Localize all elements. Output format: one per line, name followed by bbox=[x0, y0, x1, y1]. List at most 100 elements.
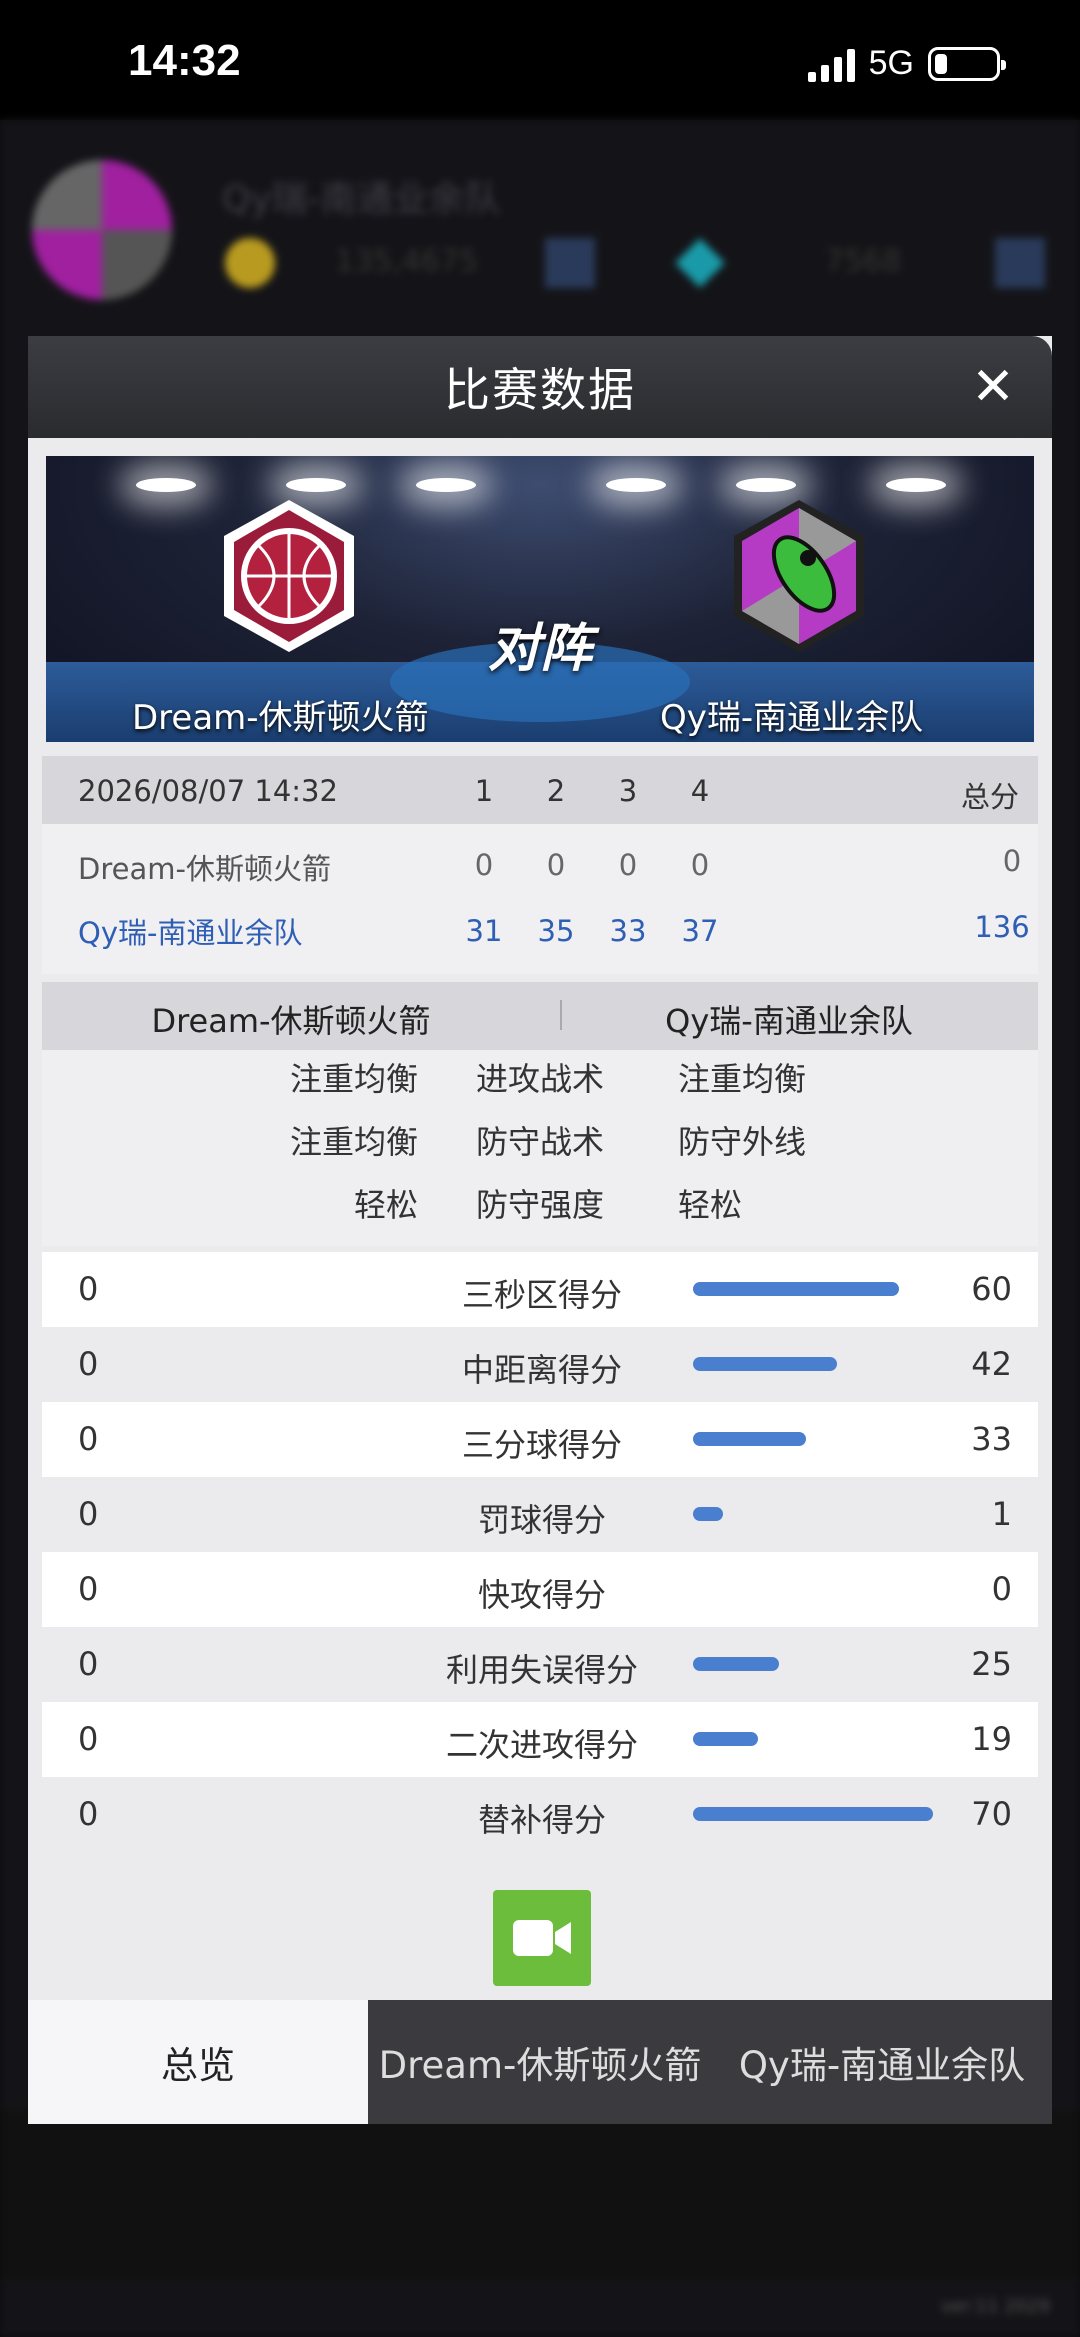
quarter-3-label: 3 bbox=[618, 774, 638, 808]
stat-away-bar bbox=[693, 1282, 899, 1296]
tactic-home-value: 注重均衡 bbox=[289, 1123, 418, 1161]
tab-home-team[interactable]: Dream-休斯顿火箭 bbox=[368, 2000, 712, 2124]
battery-icon bbox=[928, 46, 1006, 81]
stat-row: 0 替补得分 70 bbox=[42, 1777, 1038, 1852]
stat-home-value: 0 bbox=[78, 1495, 99, 1533]
tab-bar: 总览 Dream-休斯顿火箭 Qy瑞-南通业余队 bbox=[28, 2000, 1052, 2124]
home-q2-score: 0 bbox=[546, 848, 566, 882]
tactic-home-value: 注重均衡 bbox=[289, 1060, 418, 1098]
tactics-away-team: Qy瑞-南通业余队 bbox=[665, 1002, 913, 1040]
stat-away-value: 1 bbox=[991, 1495, 1012, 1533]
signal-icon bbox=[807, 46, 855, 82]
stat-home-value: 0 bbox=[78, 1645, 99, 1683]
video-camera-icon bbox=[513, 1920, 571, 1956]
quarter-4-label: 4 bbox=[690, 774, 710, 808]
stat-label: 三分球得分 bbox=[461, 1426, 622, 1464]
stat-label: 中距离得分 bbox=[461, 1351, 622, 1389]
vs-label: 对阵 bbox=[487, 619, 592, 679]
match-data-modal: 比赛数据 ✕ 对阵 Dream-休斯顿火箭 Qy瑞-南通业余队 2 026/08/… bbox=[28, 336, 1052, 2124]
tactic-row: 注重均衡 进攻战术 注重均衡 bbox=[42, 1054, 1038, 1114]
version-label: ver:11 2029 bbox=[940, 2296, 1050, 2317]
home-total-score: 0 bbox=[1002, 844, 1022, 878]
stat-home-value: 0 bbox=[78, 1720, 99, 1758]
stats-table: 0 三秒区得分 60 0 中距离得分 42 0 三分球得分 33 0 罚球得分 … bbox=[42, 1252, 1038, 1852]
stat-away-value: 19 bbox=[971, 1720, 1012, 1758]
stat-home-value: 0 bbox=[78, 1795, 99, 1833]
stat-row: 0 罚球得分 1 bbox=[42, 1477, 1038, 1552]
score-home-team: Dream-休斯顿火箭 bbox=[78, 852, 331, 886]
stat-row: 0 二次进攻得分 19 bbox=[42, 1702, 1038, 1777]
away-q3-score: 33 bbox=[609, 914, 647, 948]
stat-away-bar bbox=[693, 1357, 837, 1371]
stat-away-bar bbox=[693, 1507, 723, 1521]
total-label: 总分 bbox=[960, 780, 1019, 814]
tactics-header: Dream-休斯顿火箭 Qy瑞-南通业余队 bbox=[42, 982, 1038, 1050]
stat-home-value: 0 bbox=[78, 1570, 99, 1608]
tactic-home-value: 轻松 bbox=[353, 1186, 418, 1224]
stat-away-bar bbox=[693, 1807, 933, 1821]
tactic-away-value: 防守外线 bbox=[678, 1123, 807, 1161]
stat-away-value: 60 bbox=[971, 1270, 1012, 1308]
video-replay-button[interactable] bbox=[493, 1890, 591, 1986]
stat-home-value: 0 bbox=[78, 1270, 99, 1308]
stat-away-value: 70 bbox=[971, 1795, 1012, 1833]
tactic-label: 防守强度 bbox=[475, 1186, 604, 1224]
stat-row: 0 利用失误得分 25 bbox=[42, 1627, 1038, 1702]
away-team-name: Qy瑞-南通业余队 bbox=[660, 698, 924, 738]
tactic-away-value: 轻松 bbox=[678, 1186, 743, 1224]
tactics-table: 注重均衡 进攻战术 注重均衡 注重均衡 防守战术 防守外线 轻松 防守强度 轻松 bbox=[42, 1050, 1038, 1246]
stat-row: 0 三秒区得分 60 bbox=[42, 1252, 1038, 1327]
stat-label: 利用失误得分 bbox=[445, 1651, 638, 1689]
stat-away-value: 42 bbox=[971, 1345, 1012, 1383]
stat-label: 快攻得分 bbox=[477, 1576, 606, 1614]
stat-label: 二次进攻得分 bbox=[445, 1726, 638, 1764]
home-q1-score: 0 bbox=[474, 848, 494, 882]
away-q1-score: 31 bbox=[465, 914, 503, 948]
stat-away-value: 25 bbox=[971, 1645, 1012, 1683]
avatar bbox=[32, 160, 172, 300]
quarter-2-label: 2 bbox=[546, 774, 566, 808]
tactic-label: 防守战术 bbox=[475, 1123, 604, 1161]
match-date: 2026/08/07 14:32 bbox=[78, 774, 338, 808]
stat-away-value: 33 bbox=[971, 1420, 1012, 1458]
tab-away-team[interactable]: Qy瑞-南通业余队 bbox=[712, 2000, 1052, 2124]
stat-away-bar bbox=[693, 1732, 759, 1746]
home-q3-score: 0 bbox=[618, 848, 638, 882]
status-time: 14:32 bbox=[128, 36, 241, 85]
modal-header: 比赛数据 ✕ bbox=[28, 336, 1052, 438]
quarter-1-label: 1 bbox=[474, 774, 494, 808]
tactics-home-team: Dream-休斯顿火箭 bbox=[151, 1002, 431, 1040]
home-team-name: Dream-休斯顿火箭 bbox=[132, 698, 429, 738]
status-bar: 14:32 5G bbox=[0, 0, 1080, 120]
close-button[interactable]: ✕ bbox=[968, 361, 1018, 413]
stat-away-bar bbox=[693, 1657, 779, 1671]
tactic-away-value: 注重均衡 bbox=[678, 1060, 807, 1098]
scoreboard-header: 2026/08/07 14:32 1 2 3 4 总分 bbox=[42, 756, 1038, 824]
away-total-score: 136 bbox=[974, 910, 1030, 944]
coin-icon bbox=[225, 238, 275, 288]
modal-title: 比赛数据 bbox=[444, 363, 636, 417]
coin-count: 135,4675 bbox=[335, 244, 479, 279]
stat-row: 0 中距离得分 42 bbox=[42, 1327, 1038, 1402]
tactic-row: 轻松 防守强度 轻松 bbox=[42, 1180, 1038, 1240]
stat-away-value: 0 bbox=[991, 1570, 1012, 1608]
stat-label: 三秒区得分 bbox=[461, 1276, 622, 1314]
tactic-label: 进攻战术 bbox=[475, 1060, 604, 1098]
gem-count: 7568 bbox=[825, 244, 902, 279]
gem-icon bbox=[675, 238, 725, 288]
background-bottom-nav bbox=[0, 2110, 1080, 2280]
matchup-banner: 对阵 Dream-休斯顿火箭 Qy瑞-南通业余队 bbox=[46, 456, 1034, 742]
away-q4-score: 37 bbox=[681, 914, 719, 948]
stat-label: 罚球得分 bbox=[477, 1501, 606, 1539]
stat-home-value: 0 bbox=[78, 1345, 99, 1383]
network-label: 5G bbox=[868, 44, 914, 82]
score-away-team: Qy瑞-南通业余队 bbox=[78, 916, 303, 950]
away-q2-score: 35 bbox=[537, 914, 575, 948]
add-coins-button bbox=[545, 238, 595, 288]
home-q4-score: 0 bbox=[690, 848, 710, 882]
add-gems-button bbox=[995, 238, 1045, 288]
scoreboard: Dream-休斯顿火箭 0 0 0 0 0 Qy瑞-南通业余队 31 35 33… bbox=[42, 824, 1038, 974]
tab-overview[interactable]: 总览 bbox=[28, 2000, 368, 2124]
stat-home-value: 0 bbox=[78, 1420, 99, 1458]
background-team-name: Qy瑞-南通业余队 bbox=[222, 179, 501, 220]
